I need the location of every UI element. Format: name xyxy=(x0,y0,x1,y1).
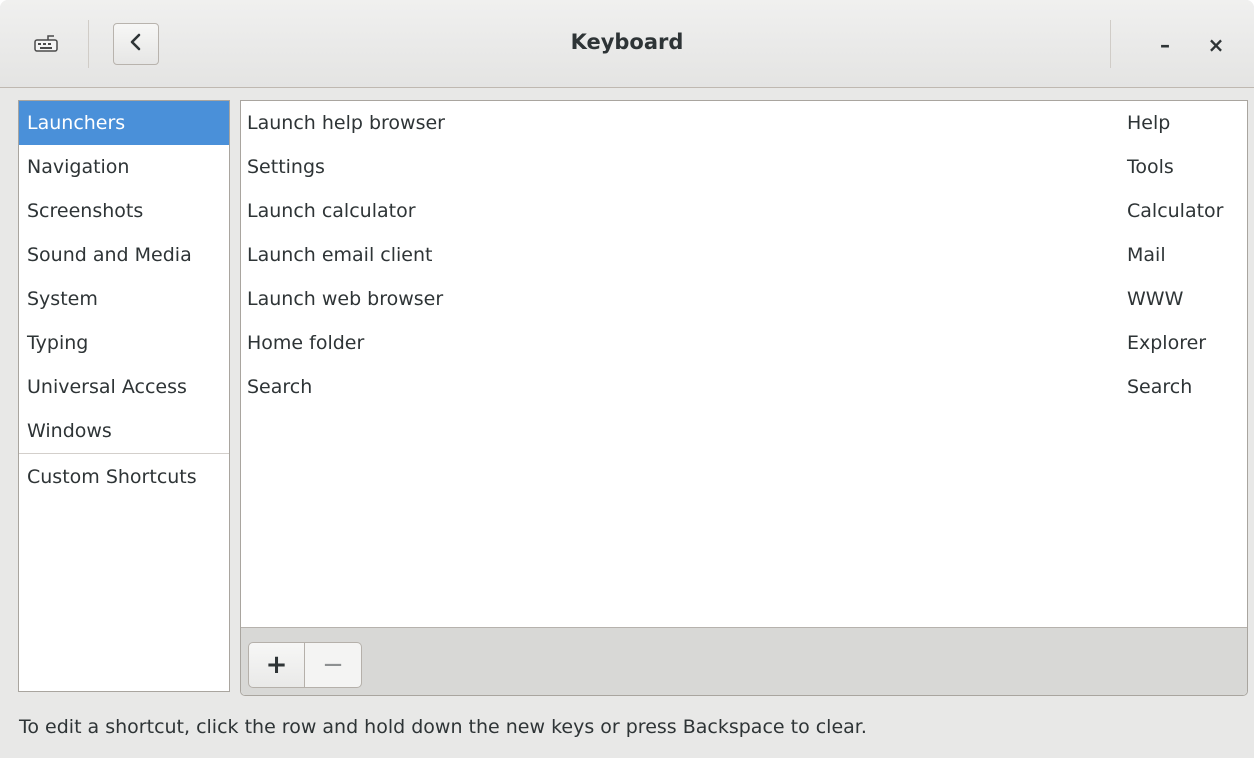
close-button[interactable]: × xyxy=(1199,28,1233,62)
shortcut-name: Home folder xyxy=(247,332,365,354)
shortcut-accelerator: Search xyxy=(1127,376,1193,398)
sidebar-item-custom-shortcuts[interactable]: Custom Shortcuts xyxy=(19,455,229,499)
header-separator xyxy=(88,20,89,68)
shortcut-accelerator: WWW xyxy=(1127,288,1184,310)
shortcut-name: Launch help browser xyxy=(247,112,445,134)
shortcut-accelerator: Explorer xyxy=(1127,332,1207,354)
window-title: Keyboard xyxy=(570,30,684,54)
back-button[interactable] xyxy=(113,23,159,65)
header-bar: Keyboard – × xyxy=(0,0,1254,88)
sidebar-item-launchers[interactable]: Launchers xyxy=(19,101,229,145)
shortcut-name: Search xyxy=(247,376,313,398)
shortcut-row[interactable]: Search Search xyxy=(241,365,1247,409)
shortcut-accelerator: Tools xyxy=(1127,156,1174,178)
shortcut-row[interactable]: Launch help browser Help xyxy=(241,101,1247,145)
sidebar-divider xyxy=(19,453,229,454)
sidebar-item-universal-access[interactable]: Universal Access xyxy=(19,365,229,409)
remove-shortcut-button[interactable]: − xyxy=(305,642,362,688)
sidebar-item-typing[interactable]: Typing xyxy=(19,321,229,365)
shortcut-row[interactable]: Launch calculator Calculator xyxy=(241,189,1247,233)
keyboard-icon xyxy=(34,33,58,53)
sidebar-item-windows[interactable]: Windows xyxy=(19,409,229,453)
keyboard-settings-window: Keyboard – × Launchers Navigation Screen… xyxy=(0,0,1254,758)
shortcut-name: Launch web browser xyxy=(247,288,444,310)
shortcut-row[interactable]: Launch web browser WWW xyxy=(241,277,1247,321)
section-list: Launchers Navigation Screenshots Sound a… xyxy=(18,100,230,692)
sidebar-item-navigation[interactable]: Navigation xyxy=(19,145,229,189)
sidebar-item-sound-and-media[interactable]: Sound and Media xyxy=(19,233,229,277)
shortcut-accelerator: Mail xyxy=(1127,244,1166,266)
shortcut-row[interactable]: Launch email client Mail xyxy=(241,233,1247,277)
sidebar-item-system[interactable]: System xyxy=(19,277,229,321)
shortcut-list: Launch help browser Help Settings Tools … xyxy=(240,100,1248,696)
shortcut-name: Settings xyxy=(247,156,325,178)
shortcut-accelerator: Help xyxy=(1127,112,1171,134)
sidebar-item-screenshots[interactable]: Screenshots xyxy=(19,189,229,233)
shortcut-accelerator: Calculator xyxy=(1127,200,1224,222)
shortcut-row[interactable]: Home folder Explorer xyxy=(241,321,1247,365)
add-shortcut-button[interactable]: + xyxy=(248,642,305,688)
shortcut-row[interactable]: Settings Tools xyxy=(241,145,1247,189)
minimize-button[interactable]: – xyxy=(1148,28,1182,62)
header-separator xyxy=(1110,20,1111,68)
shortcut-name: Launch email client xyxy=(247,244,433,266)
help-hint-text: To edit a shortcut, click the row and ho… xyxy=(19,716,867,738)
shortcut-name: Launch calculator xyxy=(247,200,416,222)
chevron-left-icon xyxy=(129,33,143,55)
add-remove-group: + − xyxy=(248,642,362,688)
shortcut-toolbar: + − xyxy=(241,627,1247,695)
